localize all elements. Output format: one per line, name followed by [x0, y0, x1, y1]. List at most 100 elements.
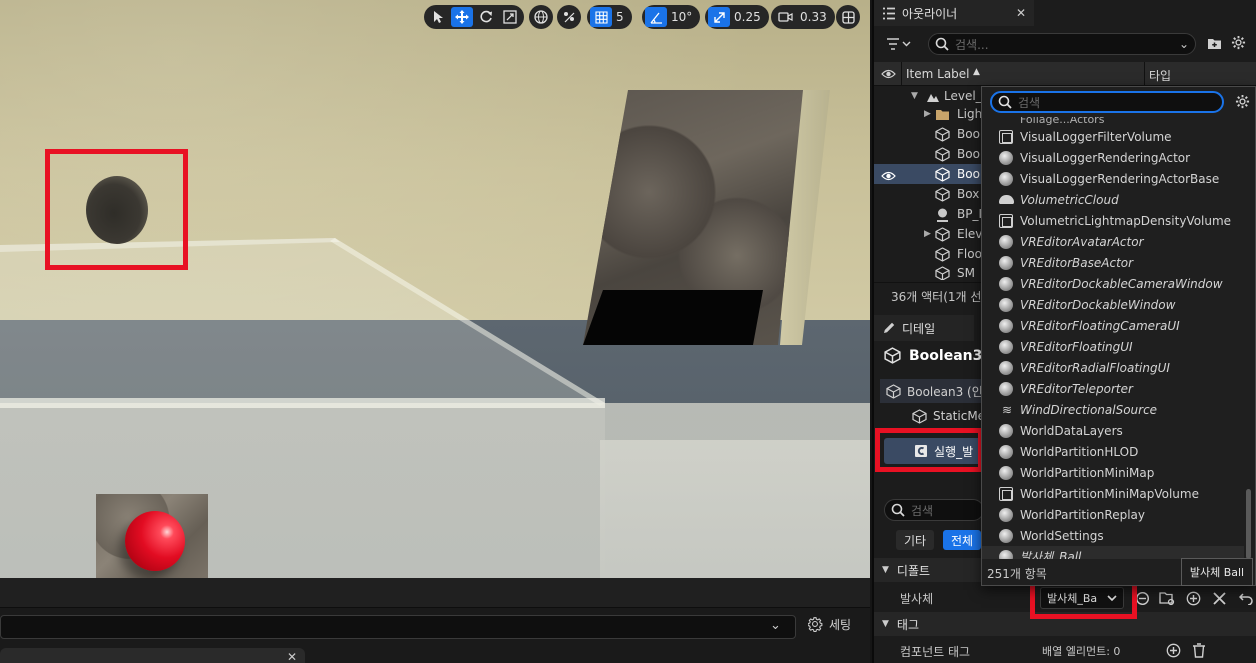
outliner-icon [883, 7, 895, 19]
search-icon [891, 503, 905, 517]
list-item[interactable]: VREditorFloatingUI [982, 336, 1244, 357]
bottom-tab[interactable] [0, 648, 305, 663]
scale-snap-group: 0.25 [705, 5, 769, 29]
class-picker-search-input[interactable]: 검색 [990, 91, 1224, 113]
folder-icon [935, 107, 950, 121]
add-circle-icon[interactable] [1183, 589, 1203, 607]
list-item-label: VREditorFloatingUI [1020, 339, 1133, 354]
column-type[interactable]: 타입 [1149, 67, 1171, 84]
pawn-icon [935, 207, 950, 222]
gear-icon[interactable] [1231, 35, 1246, 50]
eye-icon[interactable] [881, 66, 896, 80]
settings-button[interactable]: 세팅 [808, 616, 851, 633]
scale-tool-icon[interactable] [499, 7, 521, 27]
scale-snap-value[interactable]: 0.25 [732, 10, 766, 24]
list-item[interactable]: VREditorDockableWindow [982, 294, 1244, 315]
move-tool-icon[interactable] [451, 7, 473, 27]
filter-all-button[interactable]: 전체 [943, 530, 982, 550]
outliner-title: 아웃라이너 [902, 6, 958, 21]
list-item[interactable]: WorldPartitionReplay [982, 504, 1244, 525]
layout-grid-icon[interactable] [837, 7, 859, 27]
add-folder-icon[interactable] [1207, 36, 1222, 50]
grid-snap-value[interactable]: 5 [614, 10, 629, 24]
grid-snap-icon[interactable] [590, 7, 612, 27]
globe-icon[interactable] [530, 7, 552, 27]
actor-sphere-icon [998, 276, 1014, 292]
list-item[interactable]: VREditorDockableCameraWindow [982, 273, 1244, 294]
surface-snap-icon[interactable] [558, 7, 580, 27]
level-viewport[interactable]: 5 10° 0.25 0.33 [0, 0, 870, 578]
expand-arrow-icon[interactable]: ▼ [911, 91, 918, 101]
list-item[interactable]: ≋ WindDirectionalSource [982, 399, 1244, 420]
details-tab[interactable]: 디테일 [874, 315, 974, 341]
outliner-search-input[interactable]: 검색... ⌄ [928, 33, 1196, 55]
rotate-tool-icon[interactable] [475, 7, 497, 27]
chevron-down-icon[interactable]: ⌄ [770, 618, 781, 633]
dropdown-scrollbar[interactable] [1246, 489, 1251, 559]
clear-icon[interactable] [1209, 589, 1229, 607]
prop-projectile-label: 발사체 [900, 591, 934, 606]
prop-component-tags-label: 컴포넌트 태그 [900, 644, 971, 659]
list-item[interactable]: VREditorRadialFloatingUI [982, 357, 1244, 378]
reset-icon[interactable] [1236, 589, 1256, 607]
list-item[interactable]: VisualLoggerFilterVolume [982, 126, 1244, 147]
filter-icon[interactable] [886, 36, 912, 51]
scale-snap-icon[interactable] [708, 7, 730, 27]
red-ball[interactable] [125, 511, 185, 571]
details-search-input[interactable]: 검색 [884, 499, 984, 521]
list-item[interactable]: VREditorFloatingCameraUI [982, 315, 1244, 336]
list-item[interactable]: WorldPartitionMiniMapVolume [982, 483, 1244, 504]
list-item-label: VisualLoggerRenderingActorBase [1020, 171, 1220, 186]
list-item[interactable]: VisualLoggerRenderingActor [982, 147, 1244, 168]
filter-misc-button[interactable]: 기타 [896, 530, 935, 550]
camera-speed-value[interactable]: 0.33 [798, 10, 832, 24]
viewport-layout [836, 5, 860, 29]
select-tool-icon[interactable] [427, 7, 449, 27]
list-item[interactable]: VolumetricLightmapDensityVolume [982, 210, 1244, 231]
list-item-label: VREditorBaseActor [1020, 255, 1134, 270]
eye-icon[interactable] [881, 168, 896, 182]
list-item[interactable]: WorldPartitionHLOD [982, 441, 1244, 462]
cube-icon [935, 126, 950, 142]
outliner-header: Item Label ▲ 타입 [874, 62, 1256, 86]
list-item[interactable]: WorldPartitionMiniMap [982, 462, 1244, 483]
actor-count: 36개 액터(1개 선 [891, 290, 982, 304]
component-root[interactable]: Boolean3 (인 [880, 379, 988, 403]
list-item[interactable]: WorldSettings [982, 525, 1244, 546]
list-item-label: VREditorRadialFloatingUI [1020, 360, 1170, 375]
list-item[interactable]: VolumetricCloud [982, 189, 1244, 210]
expand-arrow-icon[interactable]: ▶ [924, 229, 931, 239]
list-item[interactable]: VREditorBaseActor [982, 252, 1244, 273]
list-item-label: WorldPartitionMiniMapVolume [1020, 486, 1199, 501]
cube-icon [912, 408, 927, 424]
actor-sphere-icon [998, 339, 1014, 355]
list-item[interactable]: WorldDataLayers [982, 420, 1244, 441]
actor-name[interactable]: Boolean3 [909, 348, 982, 364]
close-icon[interactable]: ✕ [287, 650, 297, 663]
list-item[interactable]: VREditorTeleporter [982, 378, 1244, 399]
list-item-label: WorldPartitionHLOD [1020, 444, 1139, 459]
cube-icon [935, 186, 950, 202]
pencil-icon [884, 322, 895, 333]
close-icon[interactable]: ✕ [1016, 6, 1026, 20]
list-item-partial[interactable]: Foliage...Actors [982, 117, 1244, 126]
add-element-icon[interactable] [1166, 643, 1181, 658]
rotation-snap-icon[interactable] [645, 7, 667, 27]
class-picker-count: 251개 항목 [987, 567, 1047, 581]
gear-icon[interactable] [1235, 93, 1250, 109]
component-root-label: Boolean3 (인 [907, 384, 983, 399]
expand-arrow-icon[interactable]: ▶ [924, 109, 931, 119]
list-item[interactable]: VREditorAvatarActor [982, 231, 1244, 252]
rotation-snap-value[interactable]: 10° [669, 10, 697, 24]
class-picker-dropdown[interactable]: 검색 Foliage...Actors VisualLoggerFilterVo… [981, 86, 1256, 586]
browse-folder-icon[interactable] [1157, 589, 1177, 607]
class-picker-search-placeholder: 검색 [1018, 95, 1041, 110]
console-input[interactable] [0, 615, 796, 639]
outliner-tab[interactable]: 아웃라이너 ✕ [874, 0, 1034, 26]
cube-icon [935, 226, 950, 242]
column-item-label[interactable]: Item Label [906, 67, 970, 81]
camera-icon[interactable] [774, 7, 796, 27]
chevron-down-icon[interactable]: ⌄ [1179, 37, 1189, 51]
trash-icon[interactable] [1192, 643, 1206, 658]
list-item[interactable]: VisualLoggerRenderingActorBase [982, 168, 1244, 189]
